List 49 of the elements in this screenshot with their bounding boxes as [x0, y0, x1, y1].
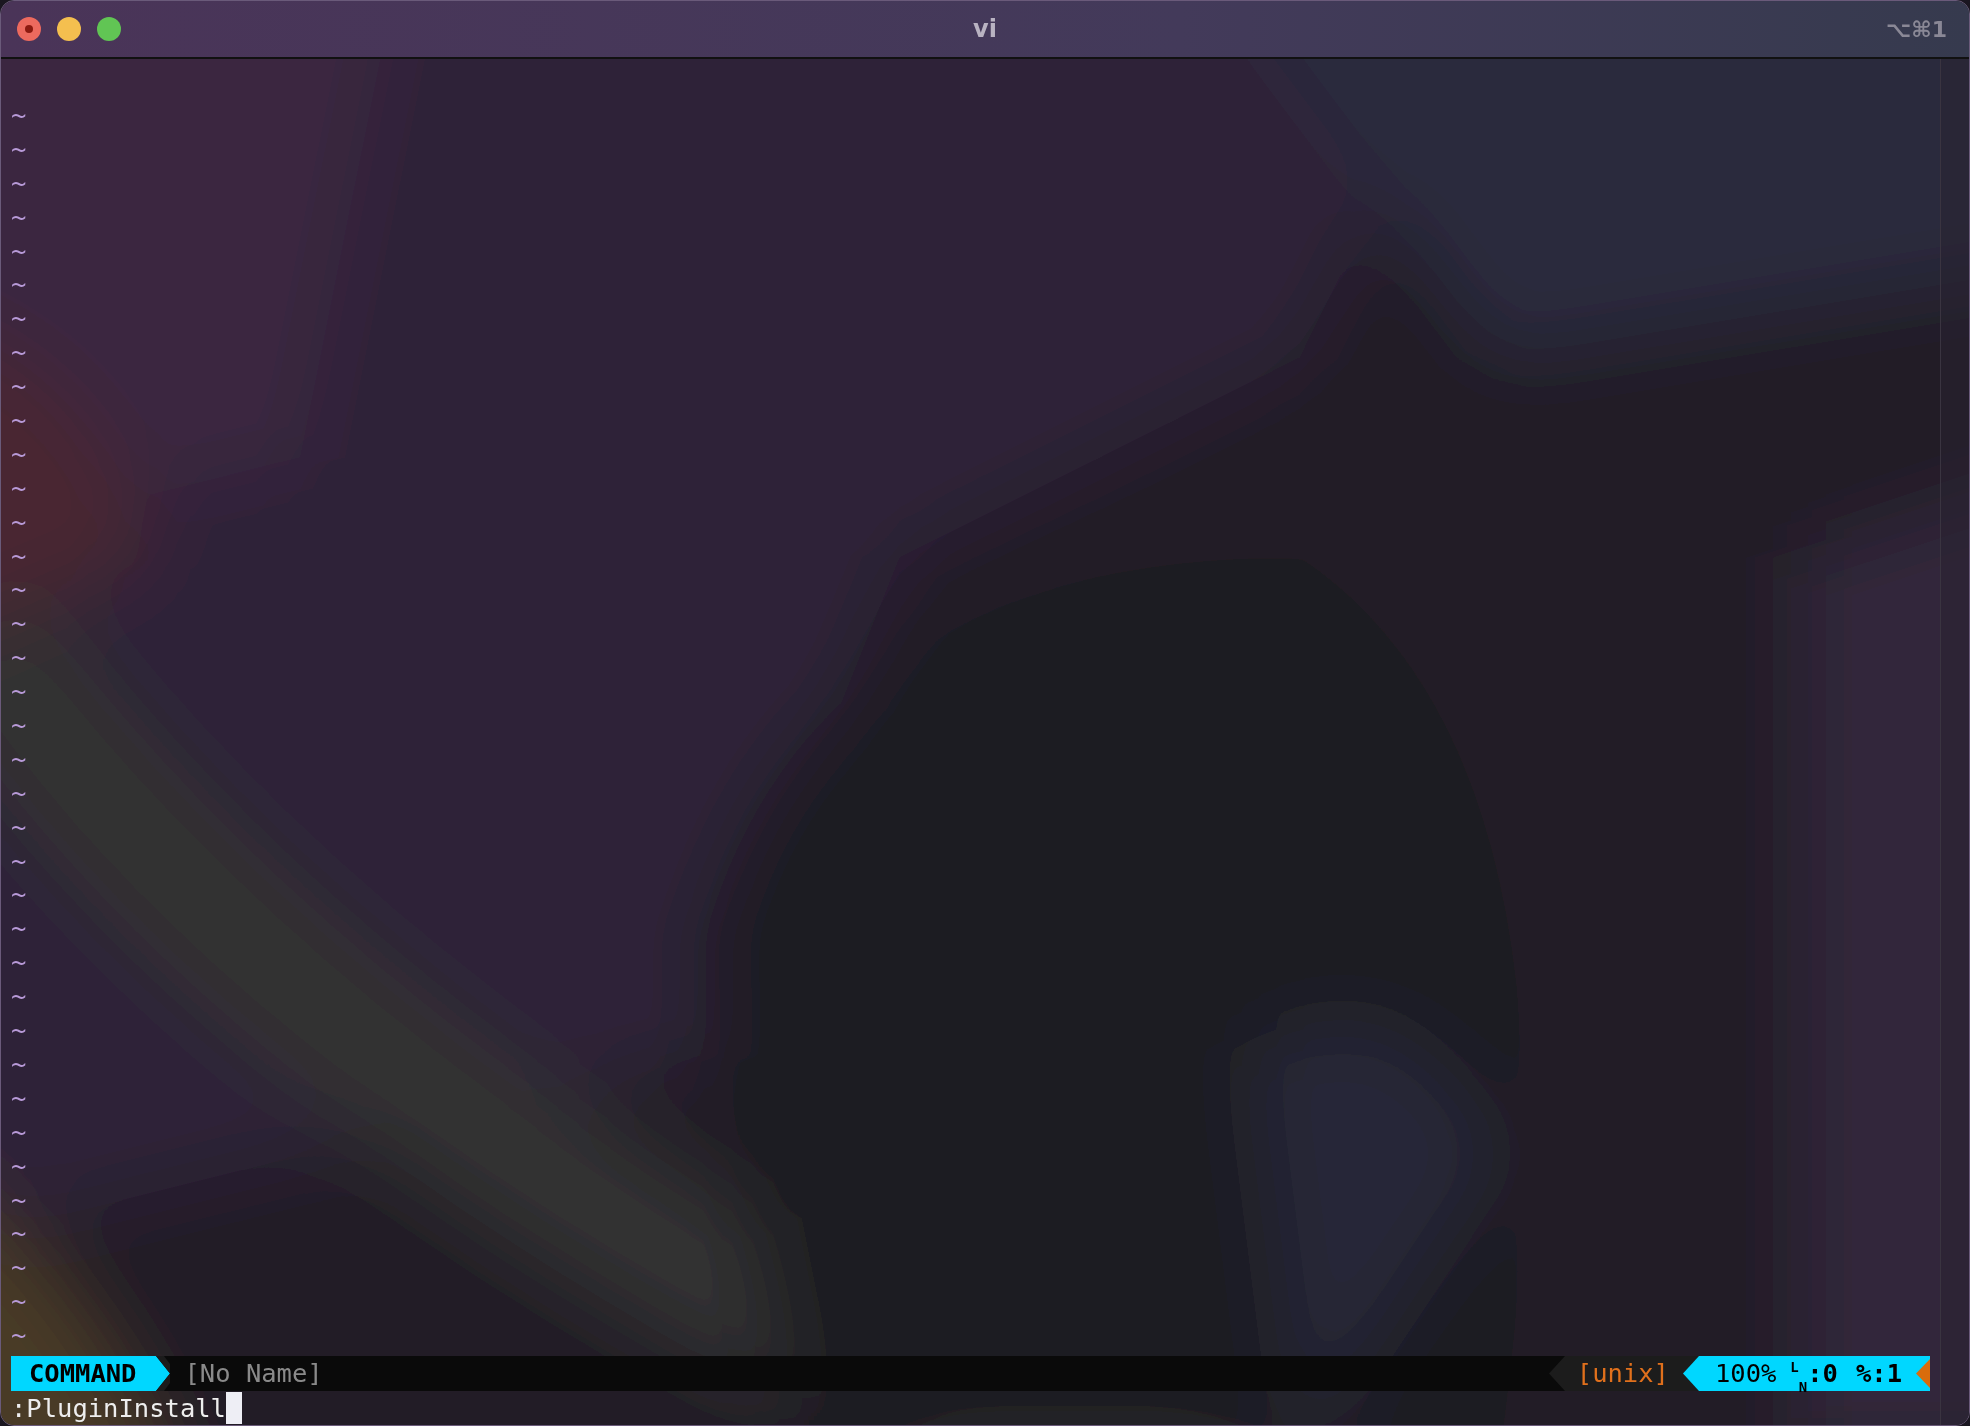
empty-line-marker: ~ — [11, 980, 27, 1014]
empty-line-marker: ~ — [11, 336, 27, 370]
empty-line-marker: ~ — [11, 810, 27, 844]
empty-line-marker: ~ — [11, 946, 27, 980]
close-icon[interactable] — [17, 17, 41, 41]
column-number: %:1 — [1837, 1355, 1916, 1391]
empty-line-marker: ~ — [11, 1081, 27, 1115]
command-line[interactable]: :PluginInstall — [11, 1390, 242, 1425]
empty-line-marker: ~ — [11, 200, 27, 234]
empty-line-marker: ~ — [11, 709, 27, 743]
minimize-icon[interactable] — [57, 17, 81, 41]
empty-line-marker: ~ — [11, 404, 27, 437]
empty-line-marker: ~ — [11, 675, 27, 709]
file-name: [No Name] — [183, 1356, 323, 1390]
empty-line-marker: ~ — [11, 268, 27, 302]
empty-line-marker: ~ — [11, 1149, 27, 1183]
scroll-bar-track[interactable] — [1940, 59, 1969, 1425]
empty-line-marker: ~ — [11, 878, 27, 912]
empty-line-marker: ~ — [11, 1217, 27, 1251]
maximize-icon[interactable] — [97, 17, 121, 41]
empty-line-marker: ~ — [11, 539, 27, 573]
empty-line-marker: ~ — [11, 132, 27, 166]
empty-line-marker: ~ — [11, 776, 27, 810]
empty-line-marker: ~ — [11, 1047, 27, 1081]
empty-line-marker: ~ — [11, 1319, 27, 1353]
empty-line-marker: ~ — [11, 99, 27, 132]
empty-line-marker: ~ — [11, 1183, 27, 1217]
window-title: vi — [973, 15, 997, 43]
empty-line-marker: ~ — [11, 912, 27, 946]
shortcut-label: ⌥⌘1 — [1885, 16, 1947, 42]
empty-line-marker: ~ — [11, 844, 27, 878]
empty-line-marker: ~ — [11, 1285, 27, 1319]
empty-line-marker: ~ — [11, 437, 27, 471]
empty-line-marker: ~ — [11, 573, 27, 607]
separator-arrow-icon — [1548, 1355, 1565, 1391]
empty-line-marker: ~ — [11, 166, 27, 200]
empty-line-marker: ~ — [11, 302, 27, 336]
empty-line-marker: ~ — [11, 505, 27, 539]
warning-arrow-icon — [1916, 1355, 1930, 1391]
separator-arrow-icon — [144, 1355, 171, 1391]
empty-line-marker: ~ — [11, 370, 27, 404]
empty-line-marker: ~ — [11, 234, 27, 268]
empty-line-marker: ~ — [11, 742, 27, 776]
empty-line-marker: ~ — [11, 1014, 27, 1048]
empty-line-marker: ~ — [11, 471, 27, 505]
empty-line-marker: ~ — [11, 1115, 27, 1149]
empty-line-marker: ~ — [11, 1251, 27, 1285]
empty-line-marker: ~ — [11, 607, 27, 641]
empty-line-marker: ~ — [11, 641, 27, 675]
